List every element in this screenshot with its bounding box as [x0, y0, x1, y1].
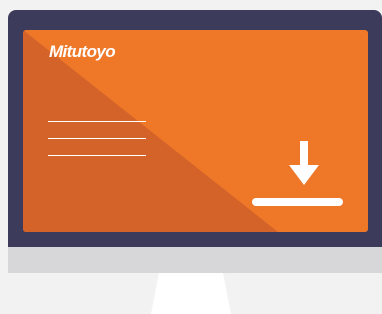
brand-logo: Mitutoyo	[49, 42, 116, 61]
download-icon	[289, 141, 319, 185]
text-placeholder-line	[48, 138, 146, 139]
text-placeholder-line	[48, 121, 146, 122]
monitor: Mitutoyo	[8, 10, 382, 273]
monitor-screen: Mitutoyo	[23, 30, 368, 232]
monitor-chin	[8, 247, 382, 273]
monitor-stand	[151, 273, 231, 314]
text-placeholder-line	[48, 155, 146, 156]
download-base-bar	[252, 198, 343, 206]
